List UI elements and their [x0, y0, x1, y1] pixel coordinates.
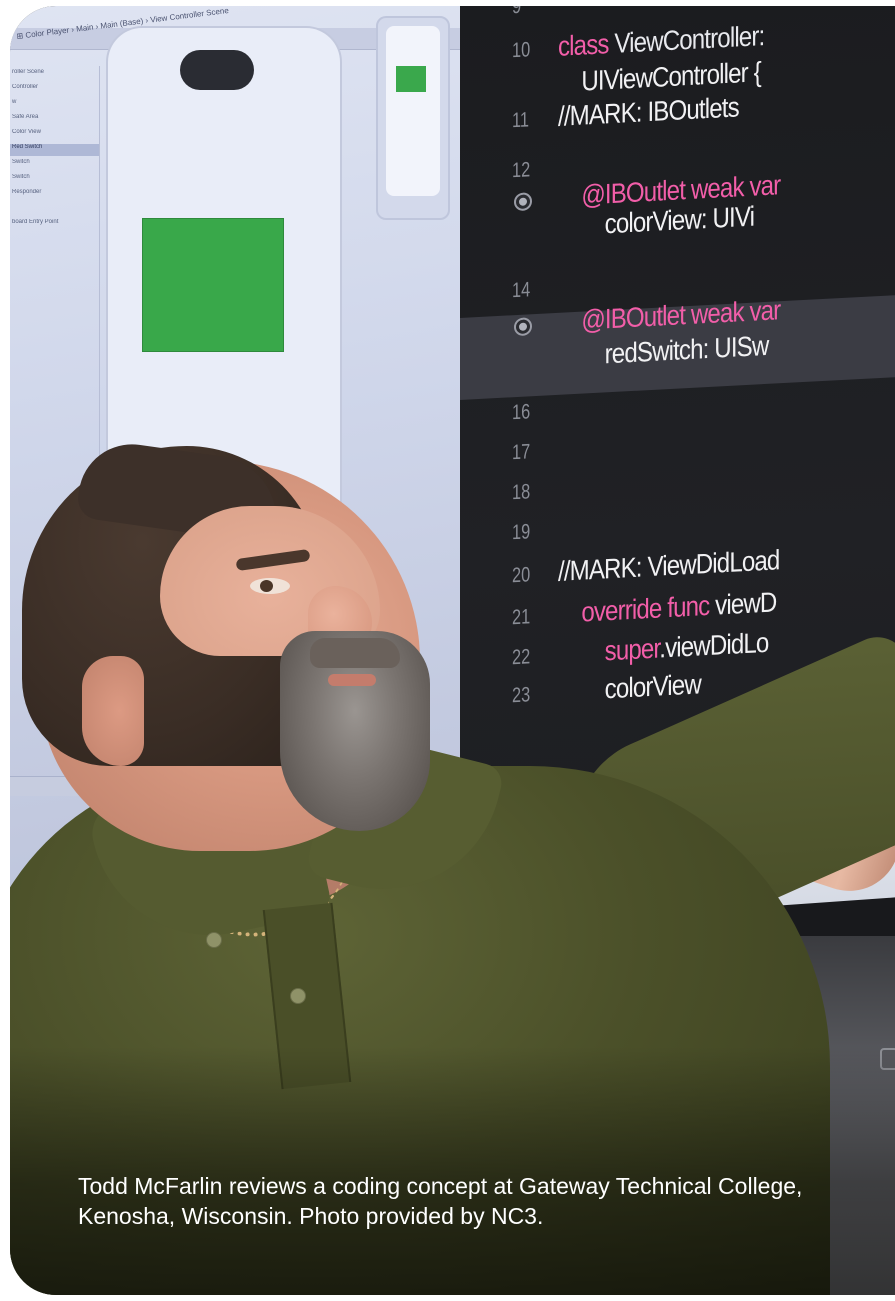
shirt-button-icon — [206, 932, 222, 948]
shirt-button-icon — [290, 988, 306, 1004]
photo-card: ⊞ Color Player › Main › Main (Base) › Vi… — [10, 6, 895, 1295]
eye — [250, 578, 290, 594]
ear — [82, 656, 144, 766]
photo-caption: Todd McFarlin reviews a coding concept a… — [78, 1173, 803, 1229]
mustache — [310, 638, 400, 668]
mouth — [328, 674, 376, 686]
